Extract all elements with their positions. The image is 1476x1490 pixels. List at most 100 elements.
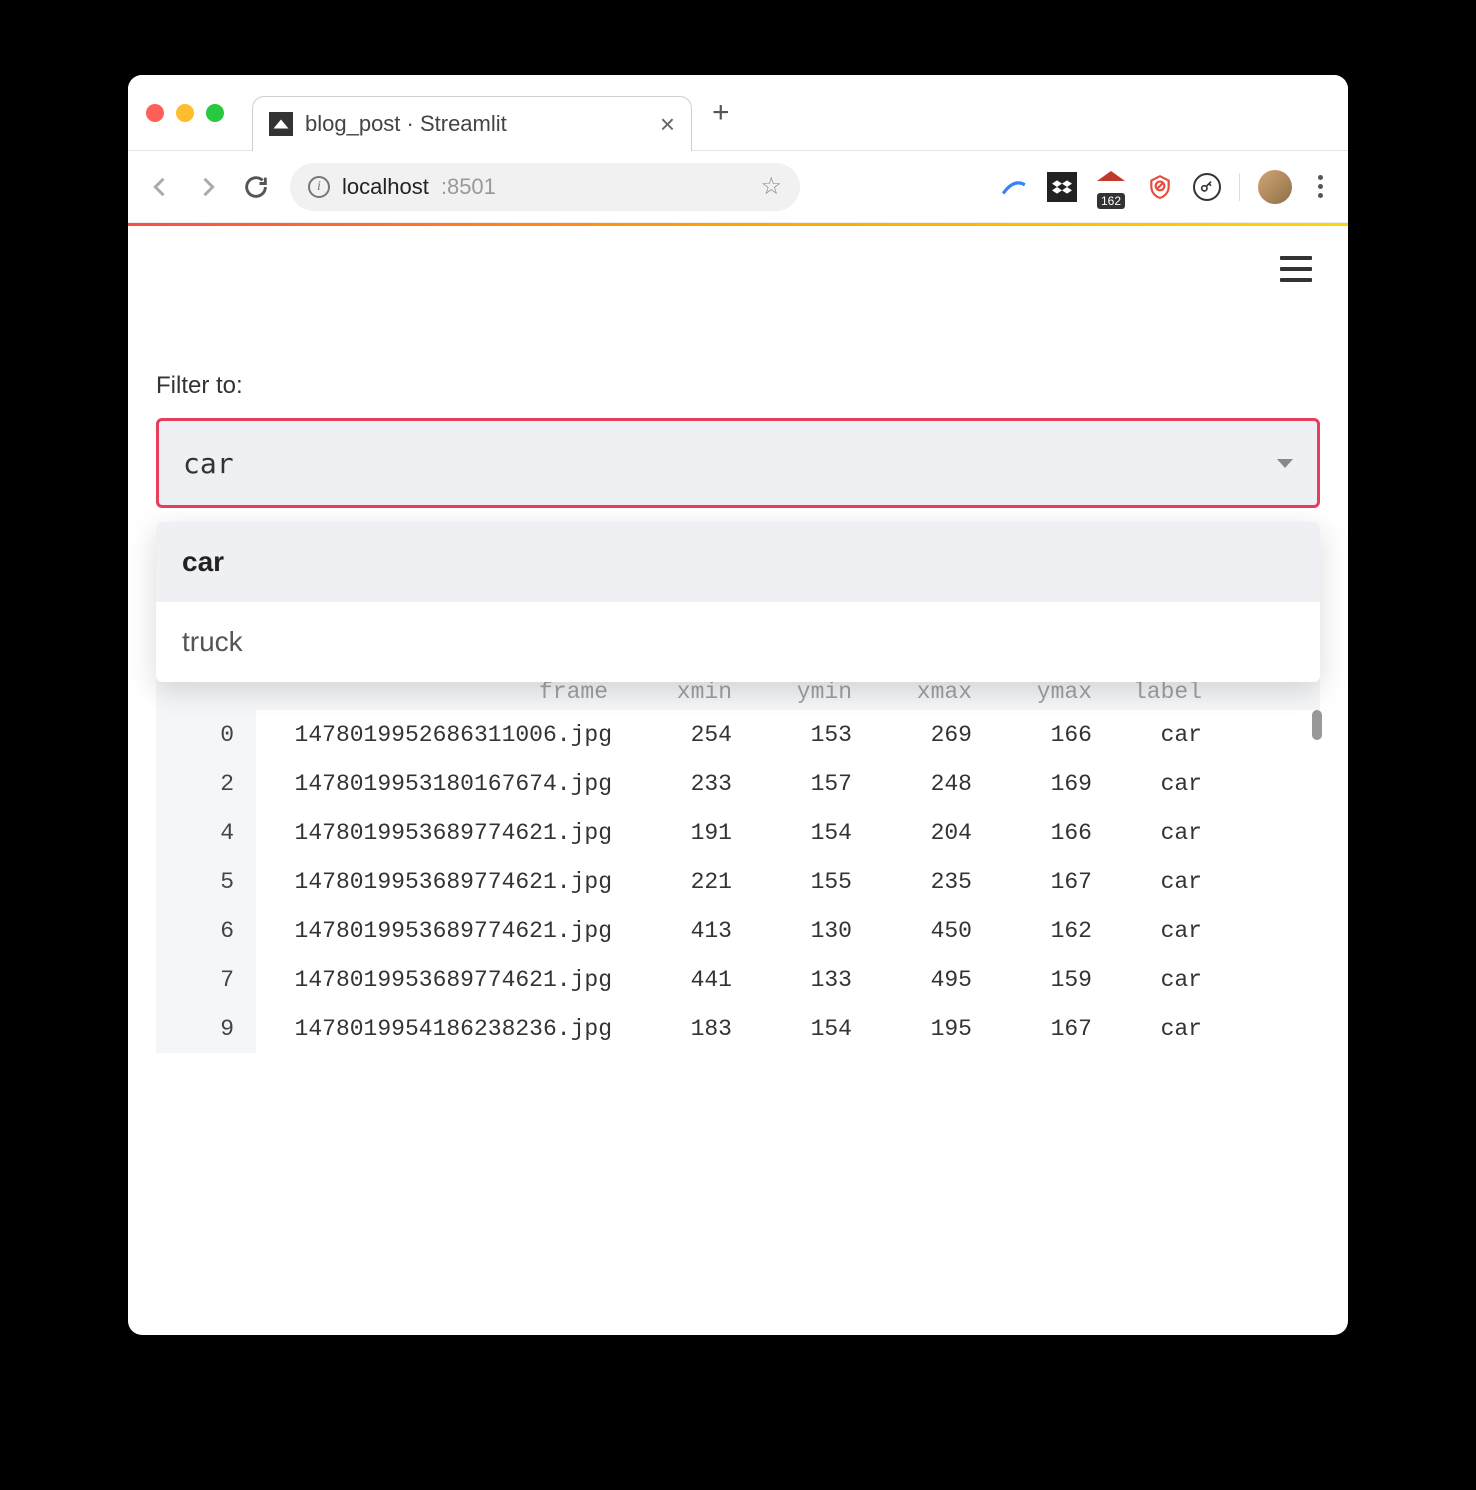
cell-xmin: 441 (626, 967, 746, 993)
extension-icon[interactable] (999, 172, 1029, 202)
address-port: :8501 (441, 174, 496, 200)
table-row: 41478019953689774621.jpg191154204166car (156, 808, 1320, 857)
cell-label: car (1106, 869, 1216, 895)
window-controls (146, 104, 224, 122)
cell-index: 7 (156, 955, 256, 1004)
cell-index: 6 (156, 906, 256, 955)
table-row: 71478019953689774621.jpg441133495159car (156, 955, 1320, 1004)
col-frame: frame (256, 679, 626, 705)
table-row: 61478019953689774621.jpg413130450162car (156, 906, 1320, 955)
cell-ymin: 154 (746, 1016, 866, 1042)
cell-ymax: 169 (986, 771, 1106, 797)
data-table: frame xmin ymin xmax ymax label 01478019… (156, 674, 1320, 1053)
cell-frame: 1478019953689774621.jpg (256, 869, 626, 895)
address-host: localhost (342, 174, 429, 200)
cell-ymin: 154 (746, 820, 866, 846)
profile-avatar[interactable] (1258, 170, 1292, 204)
table-row: 51478019953689774621.jpg221155235167car (156, 857, 1320, 906)
tab-title: blog_post · Streamlit (305, 111, 648, 137)
close-window-button[interactable] (146, 104, 164, 122)
close-tab-icon[interactable]: × (660, 111, 675, 137)
cell-label: car (1106, 967, 1216, 993)
table-row: 21478019953180167674.jpg233157248169car (156, 759, 1320, 808)
table-row: 01478019952686311006.jpg254153269166car (156, 710, 1320, 759)
cell-xmax: 235 (866, 869, 986, 895)
address-bar[interactable]: i localhost :8501 ☆ (290, 163, 800, 211)
cell-xmin: 221 (626, 869, 746, 895)
password-icon[interactable] (1193, 173, 1221, 201)
cell-ymax: 166 (986, 722, 1106, 748)
cell-ymin: 153 (746, 722, 866, 748)
cell-frame: 1478019953689774621.jpg (256, 918, 626, 944)
cell-index: 2 (156, 759, 256, 808)
site-info-icon[interactable]: i (308, 176, 330, 198)
browser-window: blog_post · Streamlit × + i localhost :85… (128, 75, 1348, 1335)
cell-index: 4 (156, 808, 256, 857)
table-row: 91478019954186238236.jpg183154195167car (156, 1004, 1320, 1053)
cell-index: 5 (156, 857, 256, 906)
cell-ymax: 167 (986, 1016, 1106, 1042)
browser-menu-icon[interactable] (1310, 175, 1330, 198)
toolbar-divider (1239, 173, 1240, 201)
forward-button[interactable] (194, 173, 222, 201)
cell-label: car (1106, 1016, 1216, 1042)
cell-frame: 1478019953689774621.jpg (256, 967, 626, 993)
streamlit-favicon (269, 112, 293, 136)
col-ymax: ymax (986, 679, 1106, 705)
cell-label: car (1106, 771, 1216, 797)
cell-xmin: 233 (626, 771, 746, 797)
dropbox-icon[interactable] (1047, 172, 1077, 202)
cell-ymin: 155 (746, 869, 866, 895)
cell-ymax: 167 (986, 869, 1106, 895)
dropdown-option-truck[interactable]: truck (156, 602, 1320, 682)
col-xmin: xmin (626, 679, 746, 705)
cell-xmin: 413 (626, 918, 746, 944)
cell-index: 0 (156, 710, 256, 759)
cell-xmax: 495 (866, 967, 986, 993)
cell-frame: 1478019952686311006.jpg (256, 722, 626, 748)
scrollbar-thumb[interactable] (1312, 710, 1322, 740)
dropdown-option-car[interactable]: car (156, 522, 1320, 602)
cell-ymax: 162 (986, 918, 1106, 944)
col-ymin: ymin (746, 679, 866, 705)
cell-ymax: 159 (986, 967, 1106, 993)
cell-frame: 1478019954186238236.jpg (256, 1016, 626, 1042)
browser-tab[interactable]: blog_post · Streamlit × (252, 96, 692, 151)
lastpass-icon[interactable]: 162 (1095, 171, 1127, 203)
filter-label: Filter to: (156, 372, 1320, 400)
col-label: label (1106, 679, 1216, 705)
titlebar: blog_post · Streamlit × + (128, 75, 1348, 151)
cell-xmin: 191 (626, 820, 746, 846)
cell-frame: 1478019953180167674.jpg (256, 771, 626, 797)
cell-ymin: 133 (746, 967, 866, 993)
lastpass-badge: 162 (1097, 193, 1125, 209)
cell-ymin: 157 (746, 771, 866, 797)
cell-ymax: 166 (986, 820, 1106, 846)
cell-xmin: 254 (626, 722, 746, 748)
reload-button[interactable] (242, 173, 270, 201)
bookmark-star-icon[interactable]: ☆ (760, 172, 782, 201)
cell-xmin: 183 (626, 1016, 746, 1042)
cell-label: car (1106, 918, 1216, 944)
maximize-window-button[interactable] (206, 104, 224, 122)
select-value: car (183, 447, 234, 480)
minimize-window-button[interactable] (176, 104, 194, 122)
cell-frame: 1478019953689774621.jpg (256, 820, 626, 846)
chevron-down-icon (1277, 459, 1293, 468)
hamburger-menu-icon[interactable] (1280, 256, 1312, 282)
back-button[interactable] (146, 173, 174, 201)
cell-index: 9 (156, 1004, 256, 1053)
cell-xmax: 450 (866, 918, 986, 944)
filter-dropdown: cartruck (156, 522, 1320, 682)
col-xmax: xmax (866, 679, 986, 705)
cell-ymin: 130 (746, 918, 866, 944)
browser-toolbar: i localhost :8501 ☆ 162 (128, 151, 1348, 223)
new-tab-button[interactable]: + (712, 96, 730, 130)
cell-xmax: 204 (866, 820, 986, 846)
adblock-icon[interactable] (1145, 172, 1175, 202)
cell-xmax: 248 (866, 771, 986, 797)
filter-select[interactable]: car (156, 418, 1320, 508)
cell-xmax: 195 (866, 1016, 986, 1042)
app-content: Filter to: car cartruck frame xmin ymin … (128, 226, 1348, 1089)
cell-xmax: 269 (866, 722, 986, 748)
